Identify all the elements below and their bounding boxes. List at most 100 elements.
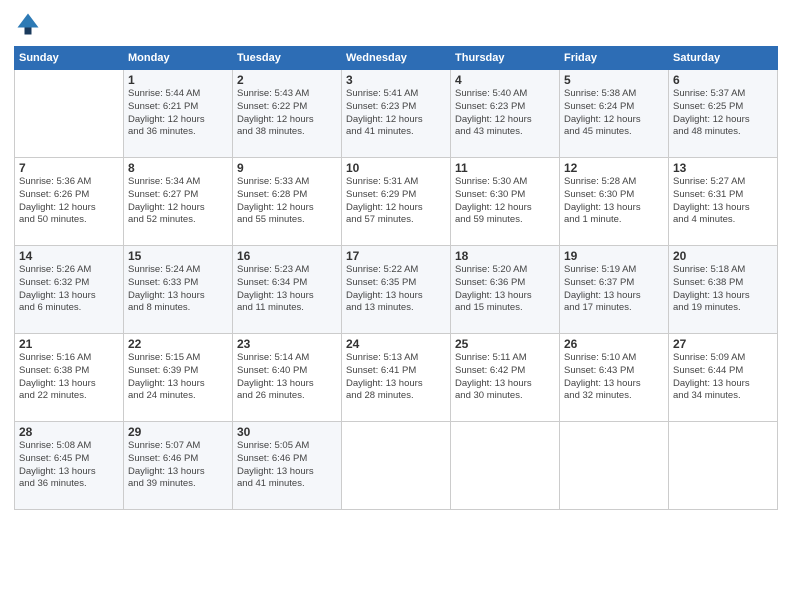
week-row-2: 7Sunrise: 5:36 AM Sunset: 6:26 PM Daylig…: [15, 158, 778, 246]
day-info: Sunrise: 5:26 AM Sunset: 6:32 PM Dayligh…: [19, 264, 119, 315]
col-header-sunday: Sunday: [15, 47, 124, 70]
day-cell: [15, 70, 124, 158]
day-info: Sunrise: 5:14 AM Sunset: 6:40 PM Dayligh…: [237, 352, 337, 403]
day-info: Sunrise: 5:34 AM Sunset: 6:27 PM Dayligh…: [128, 176, 228, 227]
day-info: Sunrise: 5:41 AM Sunset: 6:23 PM Dayligh…: [346, 88, 446, 139]
col-header-friday: Friday: [560, 47, 669, 70]
day-cell: 24Sunrise: 5:13 AM Sunset: 6:41 PM Dayli…: [342, 334, 451, 422]
col-header-wednesday: Wednesday: [342, 47, 451, 70]
day-cell: 16Sunrise: 5:23 AM Sunset: 6:34 PM Dayli…: [233, 246, 342, 334]
day-cell: 10Sunrise: 5:31 AM Sunset: 6:29 PM Dayli…: [342, 158, 451, 246]
day-info: Sunrise: 5:36 AM Sunset: 6:26 PM Dayligh…: [19, 176, 119, 227]
day-cell: 7Sunrise: 5:36 AM Sunset: 6:26 PM Daylig…: [15, 158, 124, 246]
day-number: 23: [237, 337, 337, 351]
day-number: 19: [564, 249, 664, 263]
day-number: 21: [19, 337, 119, 351]
day-cell: 20Sunrise: 5:18 AM Sunset: 6:38 PM Dayli…: [669, 246, 778, 334]
week-row-5: 28Sunrise: 5:08 AM Sunset: 6:45 PM Dayli…: [15, 422, 778, 510]
day-info: Sunrise: 5:19 AM Sunset: 6:37 PM Dayligh…: [564, 264, 664, 315]
day-cell: 2Sunrise: 5:43 AM Sunset: 6:22 PM Daylig…: [233, 70, 342, 158]
day-cell: [560, 422, 669, 510]
day-info: Sunrise: 5:31 AM Sunset: 6:29 PM Dayligh…: [346, 176, 446, 227]
day-info: Sunrise: 5:38 AM Sunset: 6:24 PM Dayligh…: [564, 88, 664, 139]
day-info: Sunrise: 5:37 AM Sunset: 6:25 PM Dayligh…: [673, 88, 773, 139]
day-cell: 3Sunrise: 5:41 AM Sunset: 6:23 PM Daylig…: [342, 70, 451, 158]
day-info: Sunrise: 5:09 AM Sunset: 6:44 PM Dayligh…: [673, 352, 773, 403]
logo-icon: [14, 10, 42, 38]
day-number: 5: [564, 73, 664, 87]
day-info: Sunrise: 5:20 AM Sunset: 6:36 PM Dayligh…: [455, 264, 555, 315]
day-cell: 19Sunrise: 5:19 AM Sunset: 6:37 PM Dayli…: [560, 246, 669, 334]
day-cell: 15Sunrise: 5:24 AM Sunset: 6:33 PM Dayli…: [124, 246, 233, 334]
day-info: Sunrise: 5:11 AM Sunset: 6:42 PM Dayligh…: [455, 352, 555, 403]
day-info: Sunrise: 5:07 AM Sunset: 6:46 PM Dayligh…: [128, 440, 228, 491]
day-number: 10: [346, 161, 446, 175]
col-header-saturday: Saturday: [669, 47, 778, 70]
day-info: Sunrise: 5:40 AM Sunset: 6:23 PM Dayligh…: [455, 88, 555, 139]
day-info: Sunrise: 5:30 AM Sunset: 6:30 PM Dayligh…: [455, 176, 555, 227]
day-cell: 30Sunrise: 5:05 AM Sunset: 6:46 PM Dayli…: [233, 422, 342, 510]
day-info: Sunrise: 5:08 AM Sunset: 6:45 PM Dayligh…: [19, 440, 119, 491]
day-cell: [342, 422, 451, 510]
day-cell: 5Sunrise: 5:38 AM Sunset: 6:24 PM Daylig…: [560, 70, 669, 158]
page: SundayMondayTuesdayWednesdayThursdayFrid…: [0, 0, 792, 612]
day-info: Sunrise: 5:13 AM Sunset: 6:41 PM Dayligh…: [346, 352, 446, 403]
day-number: 9: [237, 161, 337, 175]
day-info: Sunrise: 5:24 AM Sunset: 6:33 PM Dayligh…: [128, 264, 228, 315]
day-number: 28: [19, 425, 119, 439]
day-number: 16: [237, 249, 337, 263]
day-cell: 11Sunrise: 5:30 AM Sunset: 6:30 PM Dayli…: [451, 158, 560, 246]
day-number: 11: [455, 161, 555, 175]
day-number: 20: [673, 249, 773, 263]
day-info: Sunrise: 5:27 AM Sunset: 6:31 PM Dayligh…: [673, 176, 773, 227]
day-number: 29: [128, 425, 228, 439]
day-number: 1: [128, 73, 228, 87]
day-number: 26: [564, 337, 664, 351]
logo: [14, 10, 46, 38]
day-cell: 28Sunrise: 5:08 AM Sunset: 6:45 PM Dayli…: [15, 422, 124, 510]
day-number: 12: [564, 161, 664, 175]
col-header-thursday: Thursday: [451, 47, 560, 70]
col-header-tuesday: Tuesday: [233, 47, 342, 70]
day-info: Sunrise: 5:23 AM Sunset: 6:34 PM Dayligh…: [237, 264, 337, 315]
day-cell: [669, 422, 778, 510]
day-cell: 9Sunrise: 5:33 AM Sunset: 6:28 PM Daylig…: [233, 158, 342, 246]
header: [14, 10, 778, 38]
day-cell: [451, 422, 560, 510]
calendar-table: SundayMondayTuesdayWednesdayThursdayFrid…: [14, 46, 778, 510]
week-row-1: 1Sunrise: 5:44 AM Sunset: 6:21 PM Daylig…: [15, 70, 778, 158]
col-header-monday: Monday: [124, 47, 233, 70]
day-cell: 25Sunrise: 5:11 AM Sunset: 6:42 PM Dayli…: [451, 334, 560, 422]
day-number: 13: [673, 161, 773, 175]
day-number: 8: [128, 161, 228, 175]
day-cell: 18Sunrise: 5:20 AM Sunset: 6:36 PM Dayli…: [451, 246, 560, 334]
day-number: 24: [346, 337, 446, 351]
day-cell: 14Sunrise: 5:26 AM Sunset: 6:32 PM Dayli…: [15, 246, 124, 334]
day-number: 14: [19, 249, 119, 263]
day-number: 2: [237, 73, 337, 87]
day-number: 4: [455, 73, 555, 87]
header-row: SundayMondayTuesdayWednesdayThursdayFrid…: [15, 47, 778, 70]
day-number: 27: [673, 337, 773, 351]
day-cell: 26Sunrise: 5:10 AM Sunset: 6:43 PM Dayli…: [560, 334, 669, 422]
day-cell: 29Sunrise: 5:07 AM Sunset: 6:46 PM Dayli…: [124, 422, 233, 510]
day-cell: 6Sunrise: 5:37 AM Sunset: 6:25 PM Daylig…: [669, 70, 778, 158]
day-cell: 1Sunrise: 5:44 AM Sunset: 6:21 PM Daylig…: [124, 70, 233, 158]
day-info: Sunrise: 5:05 AM Sunset: 6:46 PM Dayligh…: [237, 440, 337, 491]
day-info: Sunrise: 5:28 AM Sunset: 6:30 PM Dayligh…: [564, 176, 664, 227]
day-number: 22: [128, 337, 228, 351]
day-info: Sunrise: 5:43 AM Sunset: 6:22 PM Dayligh…: [237, 88, 337, 139]
day-cell: 17Sunrise: 5:22 AM Sunset: 6:35 PM Dayli…: [342, 246, 451, 334]
day-cell: 21Sunrise: 5:16 AM Sunset: 6:38 PM Dayli…: [15, 334, 124, 422]
day-info: Sunrise: 5:16 AM Sunset: 6:38 PM Dayligh…: [19, 352, 119, 403]
day-number: 15: [128, 249, 228, 263]
day-number: 6: [673, 73, 773, 87]
day-number: 25: [455, 337, 555, 351]
day-cell: 4Sunrise: 5:40 AM Sunset: 6:23 PM Daylig…: [451, 70, 560, 158]
day-number: 30: [237, 425, 337, 439]
day-cell: 23Sunrise: 5:14 AM Sunset: 6:40 PM Dayli…: [233, 334, 342, 422]
day-number: 7: [19, 161, 119, 175]
day-cell: 27Sunrise: 5:09 AM Sunset: 6:44 PM Dayli…: [669, 334, 778, 422]
day-info: Sunrise: 5:15 AM Sunset: 6:39 PM Dayligh…: [128, 352, 228, 403]
day-info: Sunrise: 5:22 AM Sunset: 6:35 PM Dayligh…: [346, 264, 446, 315]
